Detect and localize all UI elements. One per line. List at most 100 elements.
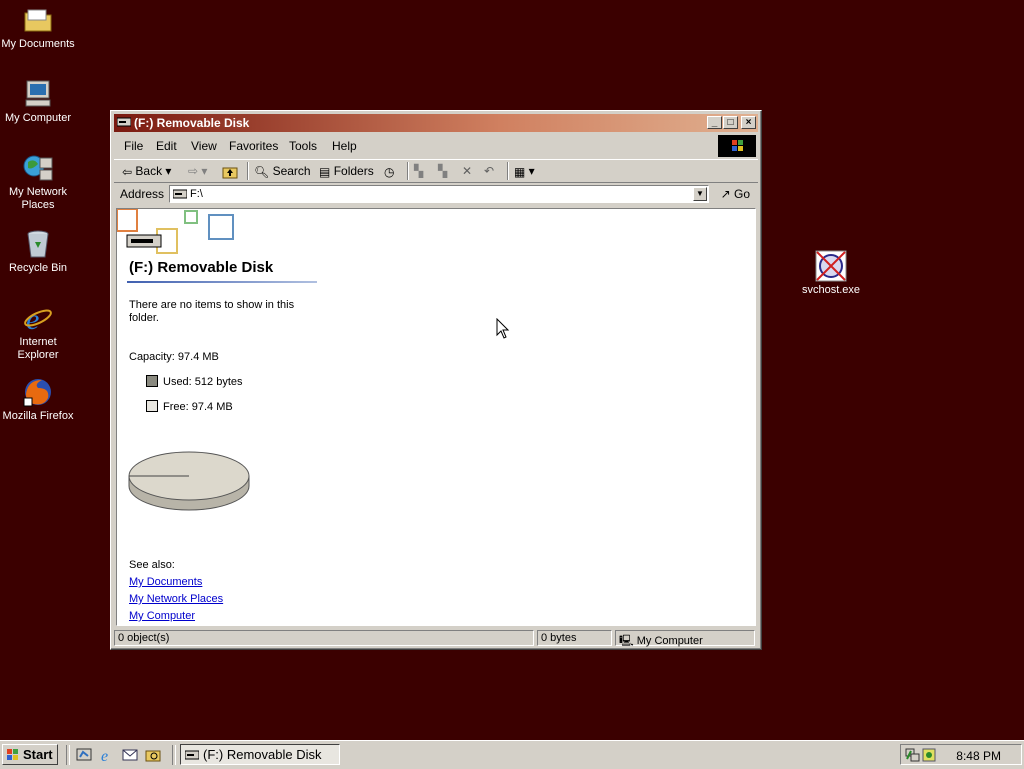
views-icon: ▦ [514, 164, 526, 179]
link-my-network-places[interactable]: My Network Places [129, 593, 223, 605]
address-value: F:\ [190, 188, 203, 200]
network-globe-icon [23, 155, 53, 181]
views-button[interactable]: ▦ ▾ [514, 164, 535, 179]
title-underline [127, 281, 317, 283]
status-object-count: 0 object(s) [114, 630, 534, 646]
security-tray-icon[interactable] [921, 747, 937, 763]
maximize-button[interactable]: □ [723, 116, 738, 129]
minimize-button[interactable]: _ [707, 116, 722, 129]
copy-to-button[interactable]: ▚ [438, 164, 447, 178]
desktop-icon-label: My Computer [4, 112, 72, 124]
desktop-icon-label: svchost.exe [801, 284, 861, 296]
show-desktop-icon[interactable] [76, 747, 92, 763]
desktop-icon-network-places[interactable]: My Network Places [0, 152, 76, 212]
windows-flag-icon [732, 140, 743, 151]
see-also-label: See also: [129, 559, 175, 571]
desktop-icon-svchost[interactable]: svchost.exe [793, 250, 869, 297]
toolbar: ⇦ Back ▾ ⇨ ▾ 🔍︎ Search ▤ Folders ◷ ▚ ▚ ✕… [114, 159, 758, 183]
task-button-label: (F:) Removable Disk [203, 747, 322, 762]
capacity-text: Capacity: 97.4 MB [129, 351, 219, 363]
executable-icon [815, 250, 847, 282]
folder-title: (F:) Removable Disk [129, 259, 274, 276]
back-button[interactable]: ⇦ Back ▾ [122, 164, 171, 179]
address-input[interactable]: F:\ ▼ [169, 185, 709, 203]
separator [247, 162, 249, 180]
start-button[interactable]: Start [2, 744, 58, 765]
address-dropdown-button[interactable]: ▼ [693, 187, 707, 201]
clock[interactable]: 8:48 PM [956, 749, 1001, 763]
outlook-express-icon[interactable] [122, 747, 138, 763]
status-zone: 🖳︎ My Computer [615, 630, 755, 647]
explorer-window: (F:) Removable Disk _ □ × File Edit View… [110, 110, 762, 650]
back-label: Back [135, 164, 163, 178]
removable-disk-banner-icon [117, 209, 234, 254]
empty-folder-message: There are no items to show in this folde… [129, 299, 295, 324]
desktop-icon-label: My Documents [1, 38, 75, 50]
back-arrow-icon: ⇦ [122, 164, 133, 179]
free-swatch [146, 400, 158, 412]
search-label: Search [272, 164, 311, 178]
menu-bar: File Edit View Favorites Tools Help [114, 135, 758, 157]
drive-icon [117, 117, 131, 127]
folders-button[interactable]: ▤ Folders [319, 164, 374, 179]
used-text: Used: 512 bytes [163, 376, 243, 388]
history-button[interactable]: ◷ [384, 164, 394, 179]
separator [407, 162, 409, 180]
link-my-documents[interactable]: My Documents [129, 576, 202, 588]
drive-icon [173, 189, 187, 199]
history-icon: ◷ [384, 164, 395, 179]
recycle-bin-icon [27, 230, 49, 258]
undo-button[interactable]: ↶ [484, 164, 494, 178]
desktop-icon-my-documents[interactable]: My Documents [0, 4, 76, 51]
desktop-icon-my-computer[interactable]: My Computer [0, 78, 76, 125]
title-bar[interactable]: (F:) Removable Disk _ □ × [114, 114, 758, 132]
forward-button[interactable]: ⇨ ▾ [188, 164, 207, 178]
menu-help[interactable]: Help [332, 139, 357, 153]
search-icon: 🔍︎ [254, 164, 270, 179]
go-arrow-icon: ↗ [720, 187, 731, 201]
address-bar: Address F:\ ▼ ↗ Go [114, 183, 758, 205]
task-separator [172, 745, 176, 765]
internet-explorer-icon: e [24, 303, 52, 334]
folders-icon: ▤ [319, 164, 331, 179]
status-bar: 0 object(s) 0 bytes 🖳︎ My Computer [114, 629, 758, 647]
menu-tools[interactable]: Tools [289, 139, 317, 153]
link-my-computer[interactable]: My Computer [129, 610, 195, 622]
go-button[interactable]: ↗ Go [721, 187, 750, 201]
folders-label: Folders [333, 164, 374, 178]
computer-icon: 🖳︎ [619, 635, 634, 647]
move-to-button[interactable]: ▚ [414, 164, 423, 178]
folder-icon [24, 9, 52, 32]
menu-file[interactable]: File [124, 139, 143, 153]
start-label: Start [23, 747, 53, 762]
delete-button[interactable]: ✕ [462, 164, 472, 178]
close-button[interactable]: × [741, 116, 756, 129]
system-tray: 8:48 PM [900, 744, 1022, 765]
go-label: Go [733, 187, 750, 201]
status-size: 0 bytes [537, 630, 612, 646]
desktop-icon-label: Internet Explorer [17, 336, 59, 361]
desktop-icon-internet-explorer[interactable]: e Internet Explorer [0, 302, 76, 362]
svg-text:e: e [101, 748, 108, 763]
windows-flag-icon [7, 749, 18, 760]
menu-view[interactable]: View [191, 139, 217, 153]
up-folder-button[interactable] [222, 164, 238, 179]
desktop-icon-label: Mozilla Firefox [2, 410, 74, 422]
desktop-icon-recycle-bin[interactable]: Recycle Bin [0, 228, 76, 275]
search-button[interactable]: 🔍︎ Search [254, 164, 311, 179]
task-button-removable-disk[interactable]: (F:) Removable Disk [180, 744, 340, 765]
folder-content: (F:) Removable Disk There are no items t… [116, 208, 756, 626]
up-folder-icon [222, 167, 238, 179]
window-title: (F:) Removable Disk [134, 116, 250, 130]
windows-explorer-icon[interactable] [145, 747, 161, 763]
desktop-icon-firefox[interactable]: Mozilla Firefox [0, 376, 76, 423]
network-tray-icon[interactable] [905, 747, 921, 763]
menu-favorites[interactable]: Favorites [229, 139, 278, 153]
address-label: Address [120, 187, 165, 201]
computer-icon [25, 80, 51, 107]
taskbar: Start e (F:) Removable Disk 8:48 PM [0, 740, 1024, 769]
status-zone-label: My Computer [636, 635, 703, 647]
menu-edit[interactable]: Edit [156, 139, 177, 153]
internet-explorer-icon[interactable]: e [99, 747, 115, 763]
firefox-icon [23, 379, 51, 407]
